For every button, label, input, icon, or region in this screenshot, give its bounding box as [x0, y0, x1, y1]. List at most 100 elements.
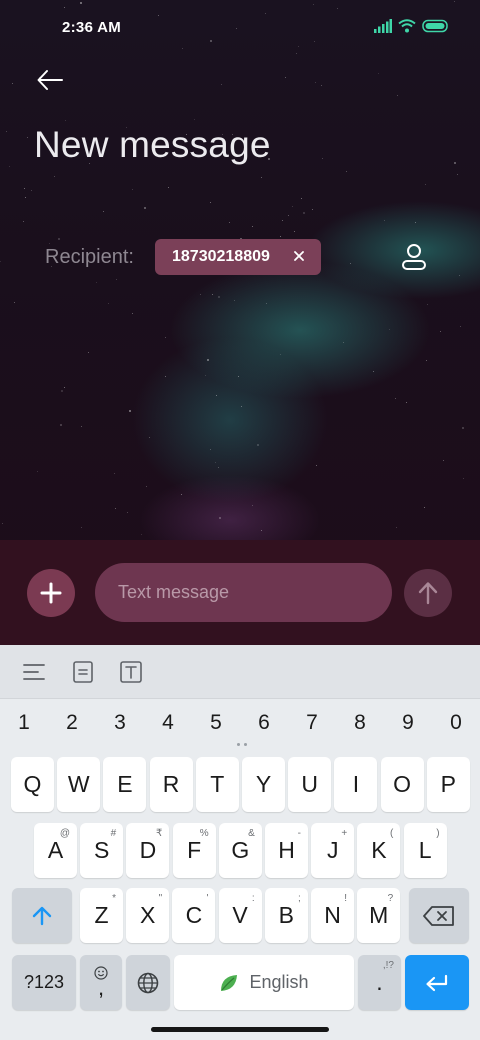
key-label: J	[326, 837, 339, 863]
number-row: 1234567890	[0, 705, 480, 741]
key-label: X	[140, 902, 156, 928]
space-key[interactable]: English	[174, 955, 354, 1010]
key-hint: ?	[387, 893, 394, 904]
number-key-8[interactable]: 8	[340, 705, 380, 741]
page-title: New message	[34, 124, 271, 165]
key-hint: ;	[298, 893, 301, 904]
signal-icon	[374, 19, 392, 33]
home-indicator[interactable]	[151, 1027, 329, 1032]
key-label: D	[139, 837, 157, 863]
pick-contact-button[interactable]	[398, 240, 430, 274]
message-input[interactable]	[95, 563, 392, 622]
emoji-comma-key[interactable]: ,	[80, 955, 122, 1010]
key-label: G	[231, 837, 250, 863]
enter-icon	[426, 974, 448, 991]
key-label: Z	[94, 902, 109, 928]
key-hint: "	[158, 893, 163, 904]
key-hint: ₹	[156, 828, 163, 839]
attach-button[interactable]	[27, 569, 75, 617]
enter-key[interactable]	[405, 955, 469, 1010]
arrow-left-icon	[37, 70, 63, 90]
remove-recipient-button[interactable]	[291, 248, 307, 264]
number-key-2[interactable]: 2	[52, 705, 92, 741]
key-hint: %	[199, 828, 209, 839]
key-hint: '	[206, 893, 209, 904]
key-y[interactable]: Y	[242, 757, 285, 812]
key-hint: @	[59, 828, 70, 839]
key-label: S	[94, 837, 110, 863]
key-hint: !	[344, 893, 347, 904]
symbols-key[interactable]: ?123	[12, 955, 76, 1010]
period-label: .	[376, 969, 383, 995]
key-label: M	[369, 902, 389, 928]
key-f[interactable]: % F	[172, 823, 216, 878]
key-p[interactable]: P	[426, 757, 470, 812]
key-u[interactable]: U	[288, 757, 332, 812]
backspace-key[interactable]	[409, 888, 469, 943]
key-hint: )	[436, 828, 440, 839]
keyboard: 1234567890 QWERTYUIOP @ A # S ₹ D% F & G - H + J(K) L…	[0, 645, 480, 1040]
key-d[interactable]: ₹ D	[126, 823, 170, 878]
key-a[interactable]: @ A	[34, 823, 77, 878]
number-key-4[interactable]: 4	[148, 705, 188, 741]
recipient-label: Recipient:	[45, 246, 134, 268]
recipient-chip[interactable]: 18730218809	[155, 239, 321, 275]
menu-lines-icon	[23, 664, 45, 680]
number-key-1[interactable]: 1	[4, 705, 44, 741]
number-key-6[interactable]: 6	[244, 705, 284, 741]
key-b[interactable]: ; B	[264, 888, 308, 943]
number-key-9[interactable]: 9	[388, 705, 428, 741]
key-k[interactable]: (K	[357, 823, 401, 878]
key-g[interactable]: & G	[218, 823, 262, 878]
key-o[interactable]: O	[380, 757, 424, 812]
status-time: 2:36 AM	[62, 19, 122, 36]
key-label: B	[278, 902, 294, 928]
key-l[interactable]: ) L	[403, 823, 447, 878]
key-x[interactable]: " X	[126, 888, 170, 943]
keyboard-toolbar	[0, 645, 480, 699]
battery-icon	[422, 19, 448, 33]
shift-key[interactable]	[12, 888, 72, 943]
send-button[interactable]	[404, 569, 452, 617]
key-h[interactable]: -H	[265, 823, 308, 878]
number-key-0[interactable]: 0	[436, 705, 476, 741]
key-hint: &	[248, 828, 255, 839]
key-c[interactable]: ' C	[172, 888, 216, 943]
number-key-3[interactable]: 3	[100, 705, 140, 741]
key-label: K	[371, 837, 387, 863]
language-key[interactable]	[126, 955, 170, 1010]
key-v[interactable]: :V	[218, 888, 262, 943]
key-hint: :	[251, 893, 255, 904]
plus-icon	[40, 582, 62, 604]
period-hint: ,!?	[382, 960, 394, 971]
key-t[interactable]: T	[195, 757, 239, 812]
backspace-icon	[423, 905, 454, 926]
comma-label: ,	[97, 974, 105, 1000]
key-z[interactable]: * Z	[80, 888, 123, 943]
key-s[interactable]: # S	[80, 823, 124, 878]
number-key-7[interactable]: 7	[292, 705, 332, 741]
key-label: V	[232, 902, 248, 928]
key-label: L	[418, 837, 432, 863]
space-label: English	[249, 972, 309, 992]
period-key[interactable]: ,!? .	[358, 955, 401, 1010]
text-style-icon	[120, 661, 142, 683]
clipboard-button[interactable]	[69, 658, 97, 686]
key-j[interactable]: + J	[311, 823, 355, 878]
text-style-button[interactable]	[117, 658, 145, 686]
key-label: N	[324, 902, 341, 928]
key-r[interactable]: R	[149, 757, 193, 812]
key-hint: -	[297, 828, 301, 839]
wifi-icon	[398, 19, 416, 33]
key-hint: *	[112, 893, 116, 904]
key-q[interactable]: Q	[11, 757, 54, 812]
key-e[interactable]: E	[103, 757, 147, 812]
number-key-5[interactable]: 5	[196, 705, 236, 741]
key-n[interactable]: ! N	[311, 888, 354, 943]
back-button[interactable]	[34, 64, 66, 96]
key-hint: #	[110, 828, 117, 839]
keyboard-menu-button[interactable]	[20, 658, 48, 686]
key-m[interactable]: ? M	[357, 888, 401, 943]
key-w[interactable]: W	[57, 757, 101, 812]
key-i[interactable]: I	[334, 757, 378, 812]
